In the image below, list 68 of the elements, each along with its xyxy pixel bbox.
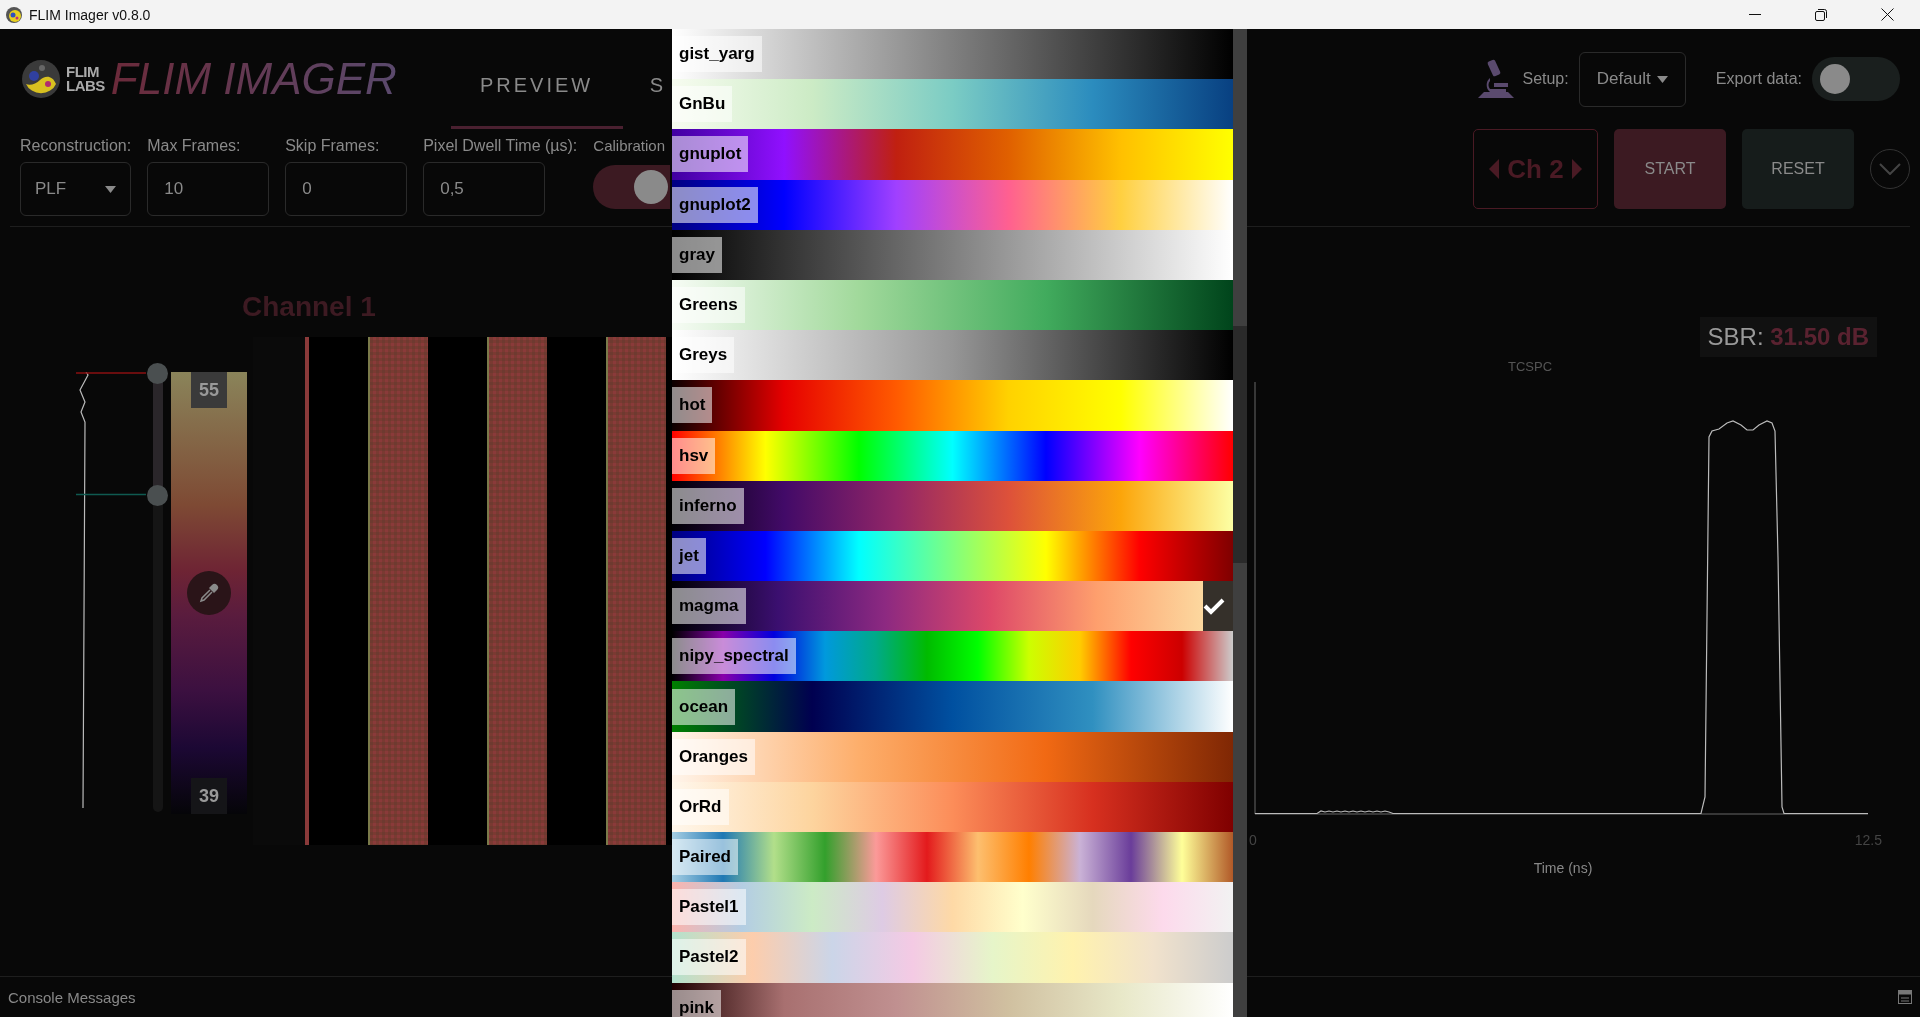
colormap-option[interactable]: Greens (672, 279, 1233, 331)
x-axis-label: Time (ns) (1533, 860, 1593, 876)
colormap-option[interactable]: magma (672, 581, 1233, 632)
close-icon (1880, 8, 1894, 21)
field-label: Pixel Dwell Time (µs): (423, 137, 578, 155)
scroll-thumb[interactable] (1233, 326, 1247, 563)
colormap-option[interactable]: nipy_spectral (672, 631, 1233, 682)
number-field[interactable]: 10 (147, 162, 270, 216)
caret-icon (1656, 75, 1668, 83)
nav-tab[interactable]: S (649, 29, 672, 129)
export-label: Export data: (1715, 70, 1802, 88)
reconstruction-select[interactable]: PLF (20, 162, 131, 216)
nav-tab[interactable]: PREVIEW (451, 29, 624, 129)
colormap-option[interactable]: hsv (672, 430, 1233, 481)
colormap-option[interactable]: hot (672, 380, 1233, 431)
number-field[interactable]: 0 (285, 162, 408, 216)
console-label[interactable]: Console Messages (8, 988, 136, 1006)
colormap-option[interactable]: OrRd (672, 781, 1233, 832)
logo-icon (20, 58, 62, 100)
x-tick-label: 12.5 (1854, 832, 1882, 848)
export-toggle[interactable] (1812, 57, 1900, 101)
colormap-option[interactable]: gray (672, 229, 1233, 280)
field-label: Reconstruction: (20, 137, 132, 155)
reset-button[interactable]: RESET (1742, 129, 1854, 209)
logo-text: FLIM (66, 65, 100, 79)
caret-icon (105, 185, 116, 193)
colormap-option[interactable]: Paired (672, 832, 1233, 883)
microscope-icon (1476, 58, 1517, 100)
console-icon[interactable] (1898, 990, 1912, 1004)
eyedropper-button[interactable] (187, 571, 231, 615)
restore-icon (1815, 8, 1827, 21)
colormap-option[interactable]: Pastel1 (672, 882, 1233, 933)
check-icon (1203, 597, 1225, 616)
start-button[interactable]: START (1614, 129, 1726, 209)
right-triangle-icon (1571, 159, 1582, 179)
max-value: 55 (191, 372, 227, 408)
eyedropper-icon (198, 582, 220, 604)
x-tick-label: 0 (1249, 832, 1257, 848)
chevron-down-icon (1879, 163, 1901, 175)
sbr-readout: SBR: 31.50 dB (1699, 317, 1877, 357)
left-triangle-icon (1489, 159, 1500, 179)
setup-select[interactable]: Default (1578, 51, 1686, 107)
field-label: Max Frames: (147, 137, 242, 155)
colormap-option[interactable]: gnuplot (672, 129, 1233, 180)
window-title: FLIM Imager v0.8.0 (29, 6, 151, 23)
scrollbar[interactable] (1233, 29, 1247, 1017)
min-value: 39 (191, 778, 227, 814)
minimize-icon (1749, 13, 1761, 16)
colormap-option[interactable]: pink (672, 982, 1233, 1017)
colormap-option[interactable]: Pastel2 (672, 932, 1233, 983)
setup-label: Setup: (1522, 70, 1569, 88)
colormap-option[interactable]: gnuplot2 (672, 179, 1233, 230)
threshold-line (76, 372, 146, 374)
slider-handle[interactable] (147, 363, 168, 384)
colormap-option[interactable]: inferno (672, 480, 1233, 531)
colormap-option[interactable]: jet (672, 530, 1233, 582)
calibration-toggle[interactable] (593, 165, 671, 209)
app-icon (5, 5, 23, 24)
chart-title: TCSPC (1507, 359, 1553, 374)
slider-handle[interactable] (147, 484, 168, 506)
colormap-option[interactable]: GnBu (672, 79, 1233, 130)
field-label: Calibration (593, 137, 666, 154)
field-label: Skip Frames: (285, 137, 381, 155)
threshold-line (76, 493, 146, 496)
colormap-option[interactable]: Oranges (672, 731, 1233, 782)
number-field[interactable]: 0,5 (423, 162, 546, 216)
logo-text: LABS (66, 79, 105, 93)
colormap-option[interactable]: ocean (672, 681, 1233, 732)
